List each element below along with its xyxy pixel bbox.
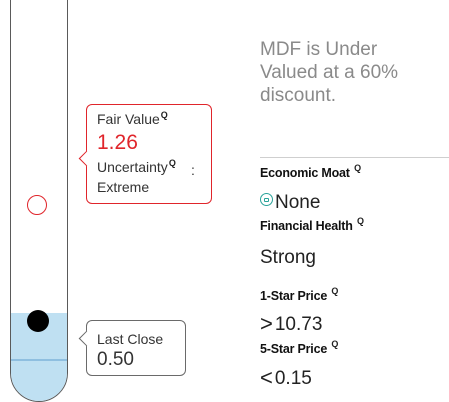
uncertainty-label: UncertaintyQ [97,158,176,175]
info-icon[interactable]: Q [331,339,338,349]
economic-moat-value: None [260,192,320,214]
financial-health-value: Strong [260,247,316,268]
last-close-value: 0.50 [97,349,134,370]
one-star-price-value: >10.73 [260,311,323,336]
uncertainty-value: Extreme [97,179,150,195]
info-icon[interactable]: Q [169,158,176,168]
fair-value-marker [27,195,47,215]
last-close-label: Last Close [97,331,164,347]
valuation-headline: MDF is Under Valued at a 60% discount. [260,39,399,106]
divider [260,157,449,158]
fair-value-callout: Fair ValueQ 1.26 UncertaintyQ : Extreme [78,104,212,204]
five-star-price-value: <0.15 [260,365,312,390]
uncertainty-colon: : [191,162,195,178]
fair-value: 1.26 [97,131,138,154]
callout-pointer [78,150,95,167]
info-icon[interactable]: Q [161,110,168,120]
callout-pointer [78,330,95,347]
tube-divider [11,359,67,361]
five-star-price-label: 5-Star Price Q [260,339,339,356]
last-close-marker [27,310,49,332]
one-star-price-label: 1-Star Price Q [260,286,339,303]
economic-moat-label: Economic Moat Q [260,163,361,180]
financial-health-label: Financial Health Q [260,216,364,233]
info-icon[interactable]: Q [331,286,338,296]
fair-value-label: Fair ValueQ [97,110,168,127]
moat-badge-icon [260,193,273,206]
info-icon[interactable]: Q [354,163,361,173]
info-icon[interactable]: Q [357,216,364,226]
last-close-callout: Last Close 0.50 [78,320,186,376]
